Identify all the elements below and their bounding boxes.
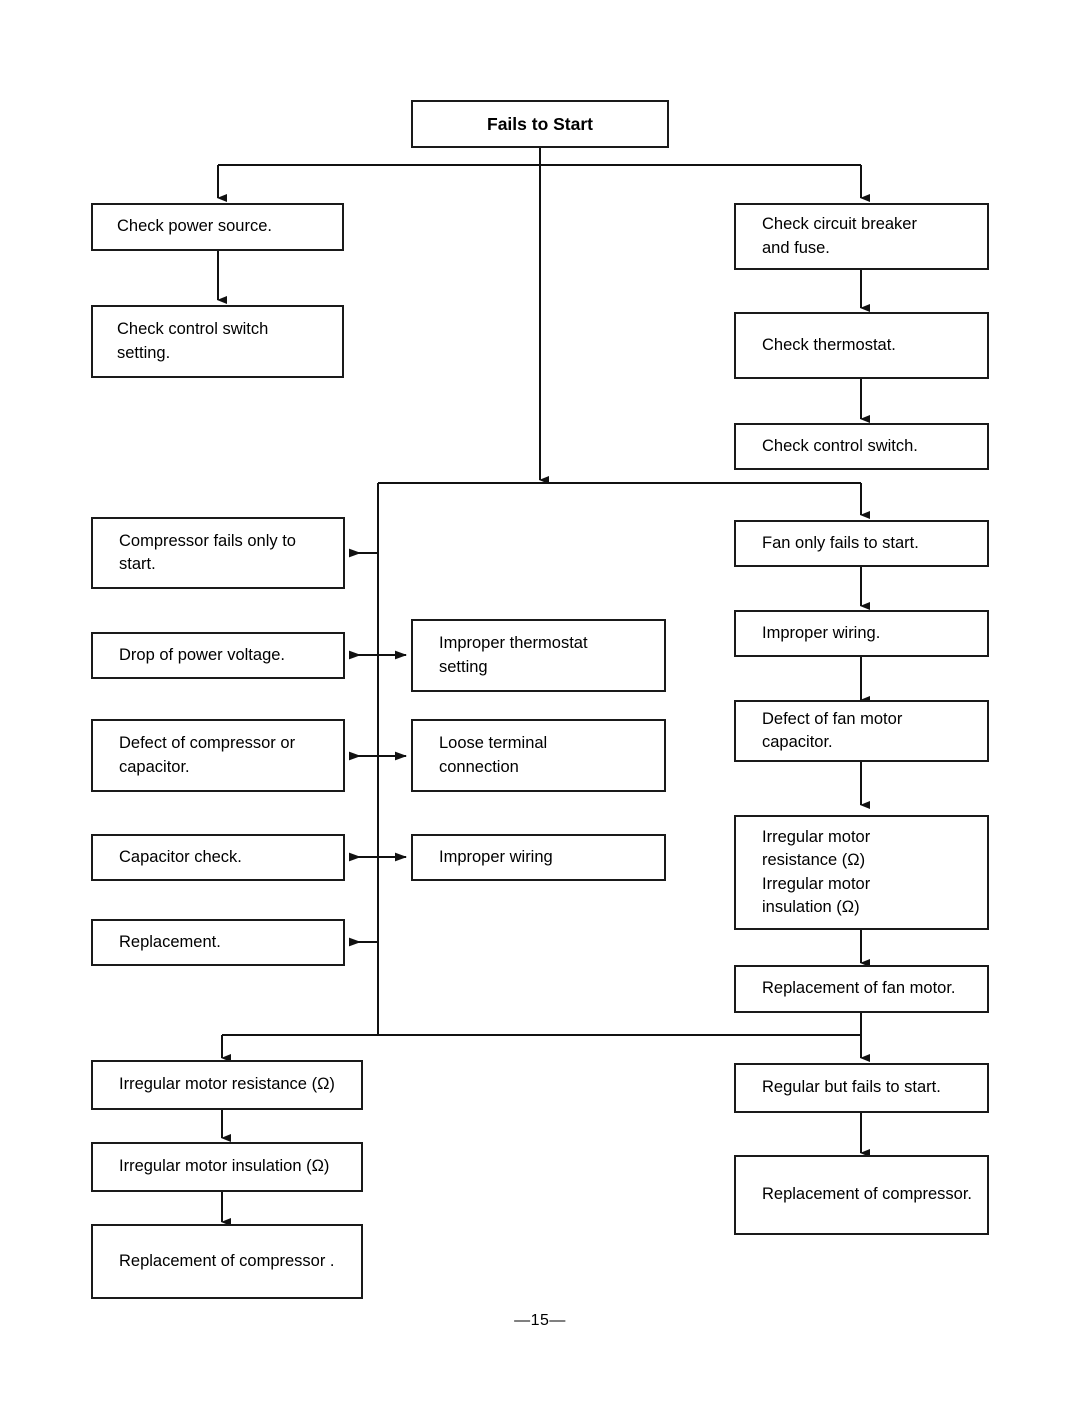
node-label: Irregular motor insulation (Ω) [119, 1157, 330, 1176]
node-loose-terminal-connection[interactable]: Loose terminal connection [411, 719, 666, 792]
node-label: Replacement of fan motor. [762, 979, 956, 998]
node-label: Fails to Start [487, 113, 593, 134]
node-improper-wiring-center[interactable]: Improper wiring [411, 834, 666, 881]
flowchart-page: Fails to Start Check power source. Check… [0, 0, 1080, 1405]
node-improper-thermostat-setting[interactable]: Improper thermostat setting [411, 619, 666, 692]
node-irregular-motor-resistance[interactable]: Irregular motor resistance (Ω) [91, 1060, 363, 1110]
page-number: —15— [514, 1312, 566, 1329]
node-check-control-switch-setting[interactable]: Check control switch setting. [91, 305, 344, 378]
node-label: Drop of power voltage. [119, 645, 286, 664]
node-label: Check control switch. [762, 436, 918, 455]
node-label: Check thermostat. [762, 335, 896, 354]
node-check-circuit-breaker-and-fuse[interactable]: Check circuit breaker and fuse. [734, 203, 989, 270]
node-label: Defect of fan motor capacitor. [762, 709, 903, 751]
node-replacement-of-fan-motor[interactable]: Replacement of fan motor. [734, 965, 989, 1013]
node-label: Replacement of compressor. [762, 1185, 973, 1204]
node-fan-only-fails-to-start[interactable]: Fan only fails to start. [734, 520, 989, 567]
node-drop-of-power-voltage[interactable]: Drop of power voltage. [91, 632, 345, 679]
node-label: Check control switch setting. [117, 320, 269, 362]
node-irregular-motor-insulation[interactable]: Irregular motor insulation (Ω) [91, 1142, 363, 1192]
node-capacitor-check[interactable]: Capacitor check. [91, 834, 345, 881]
node-defect-of-compressor-or-capacitor[interactable]: Defect of compressor or capacitor. [91, 719, 345, 792]
node-label: Regular but fails to start. [762, 1078, 941, 1097]
node-label: Improper thermostat setting [439, 634, 588, 676]
node-label: Improper wiring. [762, 623, 881, 642]
node-label: Check power source. [117, 217, 272, 236]
node-label: Replacement of compressor . [119, 1251, 335, 1270]
node-replacement-of-compressor-right[interactable]: Replacement of compressor. [734, 1155, 989, 1235]
node-label: Defect of compressor or capacitor. [119, 734, 296, 776]
node-defect-of-fan-motor-capacitor[interactable]: Defect of fan motor capacitor. [734, 700, 989, 762]
node-replacement-of-compressor-left[interactable]: Replacement of compressor . [91, 1224, 363, 1299]
node-fails-to-start[interactable]: Fails to Start [411, 100, 669, 148]
node-improper-wiring-right[interactable]: Improper wiring. [734, 610, 989, 657]
node-label: Loose terminal connection [439, 734, 548, 776]
node-compressor-fails-only-to-start[interactable]: Compressor fails only to start. [91, 517, 345, 589]
node-label: Compressor fails only to start. [119, 531, 296, 573]
node-check-control-switch[interactable]: Check control switch. [734, 423, 989, 470]
node-label: Fan only fails to start. [762, 533, 919, 552]
node-regular-but-fails-to-start[interactable]: Regular but fails to start. [734, 1063, 989, 1113]
node-label: Check circuit breaker and fuse. [762, 215, 917, 257]
node-irregular-motor-resistance-insulation[interactable]: Irregular motor resistance (Ω) Irregular… [734, 815, 989, 930]
node-replacement[interactable]: Replacement. [91, 919, 345, 966]
node-label: Replacement. [119, 932, 221, 951]
node-check-power-source[interactable]: Check power source. [91, 203, 344, 251]
node-label: Capacitor check. [119, 847, 242, 866]
node-label: Irregular motor resistance (Ω) [119, 1075, 335, 1094]
node-check-thermostat[interactable]: Check thermostat. [734, 312, 989, 379]
node-label: Irregular motor resistance (Ω) Irregular… [762, 827, 871, 916]
node-label: Improper wiring [439, 847, 553, 866]
